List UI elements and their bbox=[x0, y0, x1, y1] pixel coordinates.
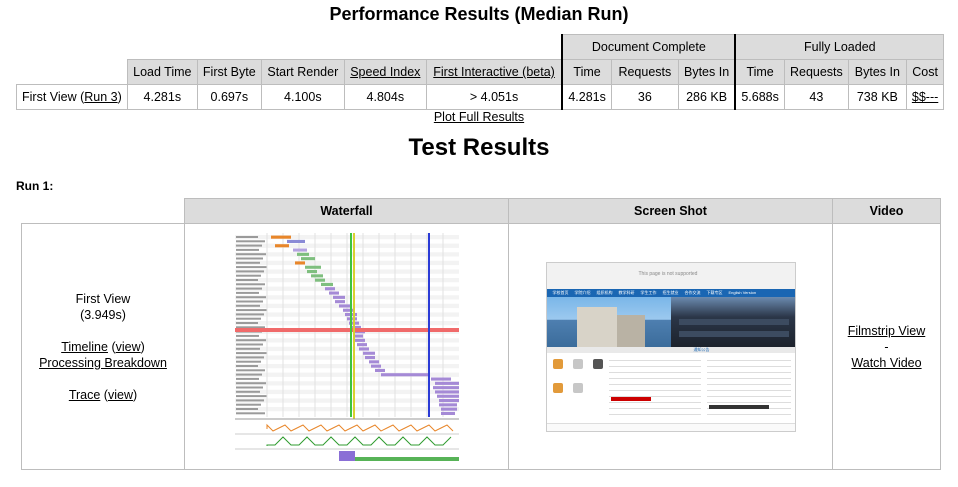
screenshot-nav-item: 组织机构 bbox=[596, 289, 613, 295]
processing-breakdown-link[interactable]: Processing Breakdown bbox=[39, 356, 167, 370]
run-3-link[interactable]: Run 3 bbox=[84, 90, 117, 104]
plot-full-results-link[interactable]: Plot Full Results bbox=[434, 110, 524, 124]
screenshot-banner: This page is not supported bbox=[546, 262, 795, 289]
screenshot-nav-item: 合作交流 bbox=[684, 289, 701, 295]
full-bytes-value: 738 KB bbox=[847, 84, 907, 110]
test-results-title: Test Results bbox=[408, 134, 550, 161]
plot-full-results: Plot Full Results bbox=[0, 110, 958, 124]
filmstrip-view-link[interactable]: Filmstrip View bbox=[848, 324, 926, 338]
timeline-link[interactable]: Timeline bbox=[61, 340, 108, 354]
row-label: First View (Run 3) bbox=[16, 84, 128, 110]
first-view-cell: First View (3.949s) Timeline (view) Proc… bbox=[21, 223, 185, 470]
first-view-time: (3.949s) bbox=[80, 307, 126, 322]
screenshot-nav-item: 教学科研 bbox=[618, 289, 635, 295]
trace-link[interactable]: Trace bbox=[69, 388, 101, 402]
doc-time-header: Time bbox=[561, 59, 612, 85]
screenshot-nav-item: 学校首页 bbox=[552, 289, 569, 295]
waterfall-header: Waterfall bbox=[184, 198, 509, 224]
speed-index-value: 4.804s bbox=[343, 84, 427, 110]
cost-link[interactable]: $$--- bbox=[912, 90, 938, 104]
summary-header-row: Load Time First Byte Start Render Speed … bbox=[16, 59, 945, 85]
row-label-end: ) bbox=[117, 90, 122, 104]
start-render-value: 4.100s bbox=[260, 84, 345, 110]
blank-header bbox=[16, 34, 563, 60]
doc-bytes-header: Bytes In bbox=[677, 59, 736, 85]
screenshot-nav: 学校首页 学院介绍 组织机构 教学科研 学生工作 招生就业 合作交流 下载专区 … bbox=[546, 288, 795, 297]
first-byte-header: First Byte bbox=[196, 59, 262, 85]
summary-table: Document Complete Fully Loaded Load Time… bbox=[16, 34, 945, 110]
screenshot-header: Screen Shot bbox=[508, 198, 833, 224]
screenshot-content bbox=[546, 352, 795, 423]
screenshot-nav-item: English Version bbox=[728, 289, 757, 295]
test-header-row: Waterfall Screen Shot Video bbox=[21, 198, 941, 224]
blank-header bbox=[21, 198, 185, 224]
start-render-header: Start Render bbox=[260, 59, 345, 85]
trace-view-link[interactable]: view bbox=[108, 388, 133, 402]
speed-index-link[interactable]: Speed Index bbox=[350, 65, 420, 79]
doc-requests-value: 36 bbox=[610, 84, 679, 110]
doc-requests-header: Requests bbox=[610, 59, 679, 85]
performance-results-title: Performance Results (Median Run) bbox=[329, 4, 629, 24]
full-requests-value: 43 bbox=[783, 84, 849, 110]
full-time-header: Time bbox=[734, 59, 785, 85]
summary-group-row: Document Complete Fully Loaded bbox=[16, 34, 945, 60]
full-requests-header: Requests bbox=[783, 59, 849, 85]
summary-data-row: First View (Run 3) 4.281s 0.697s 4.100s … bbox=[16, 84, 945, 110]
load-time-header: Load Time bbox=[126, 59, 198, 85]
screenshot-cell[interactable]: This page is not supported 学校首页 学院介绍 组织机… bbox=[508, 223, 833, 470]
screenshot-hero bbox=[546, 296, 795, 347]
doc-bytes-value: 286 KB bbox=[677, 84, 736, 110]
first-view-label: First View bbox=[75, 291, 131, 306]
row-label-text: First View ( bbox=[22, 90, 85, 104]
doc-time-value: 4.281s bbox=[561, 84, 612, 110]
blank-header bbox=[16, 59, 128, 85]
timeline-view-link[interactable]: view bbox=[116, 340, 141, 354]
full-time-value: 5.688s bbox=[734, 84, 785, 110]
watch-video-link[interactable]: Watch Video bbox=[851, 356, 921, 370]
screenshot-nav-item: 学生工作 bbox=[640, 289, 657, 295]
video-header: Video bbox=[832, 198, 941, 224]
load-time-value: 4.281s bbox=[126, 84, 198, 110]
waterfall-chart bbox=[234, 230, 459, 463]
first-interactive-value: > 4.051s bbox=[425, 84, 563, 110]
fully-loaded-header: Fully Loaded bbox=[734, 34, 945, 60]
cost-value[interactable]: $$--- bbox=[905, 84, 945, 110]
waterfall-cell[interactable] bbox=[184, 223, 509, 470]
video-cell: Filmstrip View - Watch Video bbox=[832, 223, 941, 470]
test-results-table: Waterfall Screen Shot Video First View (… bbox=[21, 198, 941, 470]
first-interactive-header[interactable]: First Interactive (beta) bbox=[425, 59, 563, 85]
full-bytes-header: Bytes In bbox=[847, 59, 907, 85]
video-separator: - bbox=[884, 339, 889, 354]
screenshot-nav-item: 招生就业 bbox=[662, 289, 679, 295]
document-complete-header: Document Complete bbox=[561, 34, 736, 60]
screenshot-nav-item: 下载专区 bbox=[706, 289, 723, 295]
cost-header: Cost bbox=[905, 59, 945, 85]
test-data-row: First View (3.949s) Timeline (view) Proc… bbox=[21, 223, 941, 470]
speed-index-header[interactable]: Speed Index bbox=[343, 59, 427, 85]
run-label: Run 1: bbox=[16, 179, 54, 193]
screenshot-image[interactable]: This page is not supported 学校首页 学院介绍 组织机… bbox=[545, 261, 796, 432]
waterfall-image[interactable] bbox=[234, 230, 459, 463]
first-byte-value: 0.697s bbox=[196, 84, 262, 110]
first-interactive-link[interactable]: First Interactive (beta) bbox=[433, 65, 555, 79]
screenshot-nav-item: 学院介绍 bbox=[574, 289, 591, 295]
screenshot-banner-text: This page is not supported bbox=[638, 270, 698, 277]
